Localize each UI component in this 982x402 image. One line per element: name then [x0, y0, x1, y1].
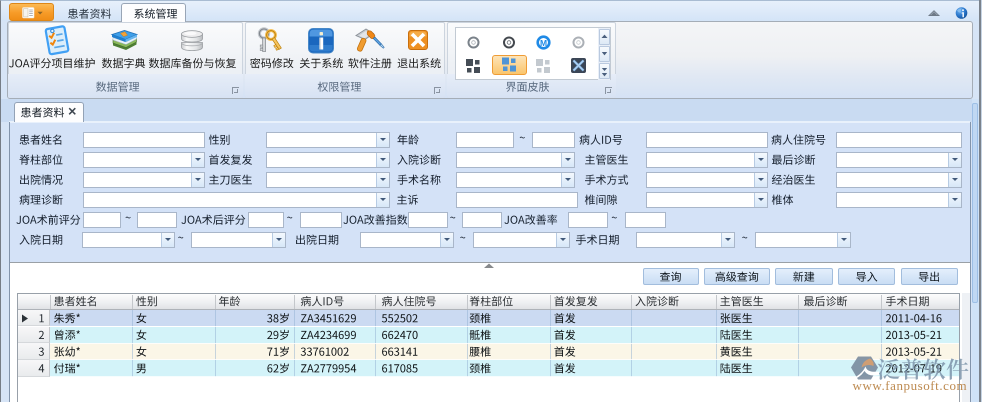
- svg-text:M: M: [540, 38, 547, 48]
